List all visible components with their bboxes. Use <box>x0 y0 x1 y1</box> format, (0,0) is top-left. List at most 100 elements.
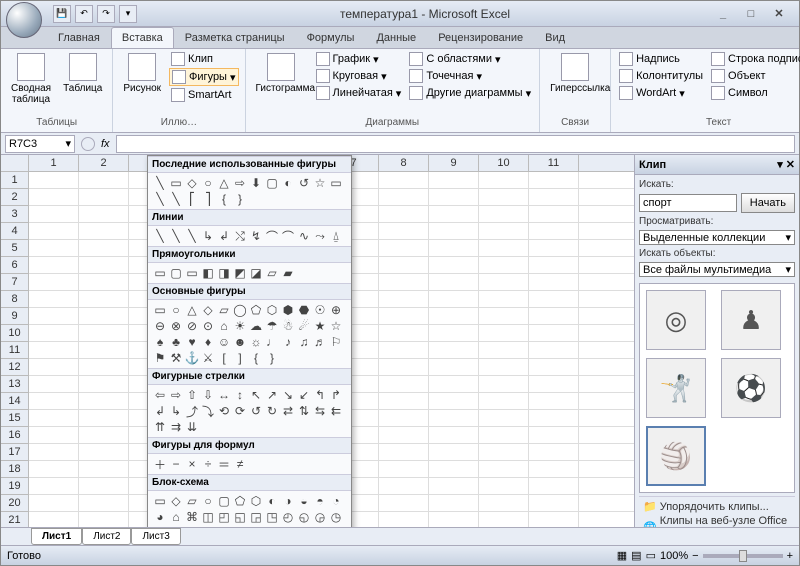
shape-item[interactable]: ⇩ <box>200 387 216 403</box>
cell[interactable] <box>29 512 79 527</box>
shape-item[interactable]: ☆ <box>312 175 328 191</box>
col-header[interactable]: 8 <box>379 155 429 171</box>
sheet-tab[interactable]: Лист1 <box>31 528 82 545</box>
cell[interactable] <box>79 376 129 392</box>
shape-item[interactable]: ＝ <box>216 456 232 472</box>
cell[interactable] <box>79 512 129 527</box>
col-header[interactable]: 9 <box>429 155 479 171</box>
shape-item[interactable]: ⚓ <box>184 350 200 366</box>
cell[interactable] <box>379 223 429 239</box>
clip-result-3[interactable]: 🤺 <box>646 358 706 418</box>
cell[interactable] <box>29 359 79 375</box>
shape-item[interactable]: ◔ <box>328 493 344 509</box>
shape-item[interactable]: △ <box>184 302 200 318</box>
clip-result-4[interactable]: ⚽ <box>721 358 781 418</box>
cell[interactable] <box>529 393 579 409</box>
cell[interactable] <box>479 393 529 409</box>
cell[interactable] <box>429 376 479 392</box>
row-header[interactable]: 15 <box>1 410 28 427</box>
shape-item[interactable]: ⬠ <box>248 302 264 318</box>
shape-item[interactable]: { <box>216 191 232 207</box>
shape-item[interactable]: ◐ <box>280 175 296 191</box>
cell[interactable] <box>479 376 529 392</box>
shape-item[interactable]: ⇨ <box>232 175 248 191</box>
shape-item[interactable]: ☻ <box>232 334 248 350</box>
cell[interactable] <box>379 359 429 375</box>
shape-item[interactable]: ⬡ <box>264 302 280 318</box>
shape-item[interactable]: ◰ <box>216 509 232 525</box>
shape-item[interactable]: ⬣ <box>296 302 312 318</box>
cell[interactable] <box>429 291 479 307</box>
shape-item[interactable]: ▱ <box>216 302 232 318</box>
clip-result-2[interactable]: ♟ <box>721 290 781 350</box>
shape-item[interactable]: ★ <box>312 318 328 334</box>
cell[interactable] <box>79 325 129 341</box>
shape-item[interactable]: ⇉ <box>168 419 184 435</box>
table-button[interactable]: Таблица <box>59 51 106 96</box>
cell[interactable] <box>29 478 79 494</box>
cell[interactable] <box>29 427 79 443</box>
shape-item[interactable]: ◪ <box>248 265 264 281</box>
qat-redo[interactable]: ↷ <box>97 5 115 23</box>
shape-item[interactable]: ◑ <box>280 493 296 509</box>
cell[interactable] <box>529 291 579 307</box>
shape-item[interactable]: ◇ <box>200 302 216 318</box>
shape-item[interactable]: ＋ <box>152 456 168 472</box>
cell[interactable] <box>29 172 79 188</box>
shape-item[interactable]: ╲ <box>184 228 200 244</box>
shape-item[interactable]: ╲ <box>152 191 168 207</box>
smartart-button[interactable]: SmartArt <box>169 87 238 103</box>
shape-item[interactable]: ▭ <box>152 493 168 509</box>
formula-bar[interactable] <box>116 135 795 153</box>
cell[interactable] <box>479 359 529 375</box>
shape-item[interactable]: ⌘ <box>184 509 200 525</box>
cell[interactable] <box>529 274 579 290</box>
cell[interactable] <box>479 512 529 527</box>
shape-item[interactable]: ▱ <box>184 493 200 509</box>
shape-item[interactable]: ↺ <box>248 403 264 419</box>
cell[interactable] <box>29 325 79 341</box>
cell[interactable] <box>29 342 79 358</box>
select-all-corner[interactable] <box>1 155 29 172</box>
clip-go-button[interactable]: Начать <box>741 193 795 213</box>
cell[interactable] <box>379 291 429 307</box>
cell[interactable] <box>429 342 479 358</box>
shape-item[interactable]: ◇ <box>168 493 184 509</box>
wordart-button[interactable]: WordArt ▾ <box>617 85 705 101</box>
shape-item[interactable]: ↖ <box>248 387 264 403</box>
cell[interactable] <box>429 325 479 341</box>
cell[interactable] <box>379 495 429 511</box>
shape-item[interactable]: ☀ <box>232 318 248 334</box>
row-header[interactable]: 3 <box>1 206 28 223</box>
cell[interactable] <box>79 240 129 256</box>
shape-item[interactable]: ◩ <box>232 265 248 281</box>
shape-item[interactable]: ☉ <box>312 302 328 318</box>
cell[interactable] <box>79 478 129 494</box>
cell[interactable] <box>479 410 529 426</box>
row-header[interactable]: 14 <box>1 393 28 410</box>
clip-search-input[interactable] <box>639 194 737 212</box>
chart-bar-button[interactable]: Линейчатая ▾ <box>314 85 404 101</box>
cell[interactable] <box>529 223 579 239</box>
ribbon-tab-Разметка страницы[interactable]: Разметка страницы <box>174 27 296 48</box>
shape-item[interactable]: ◨ <box>216 265 232 281</box>
cell[interactable] <box>529 478 579 494</box>
row-header[interactable]: 1 <box>1 172 28 189</box>
hyperlink-button[interactable]: Гиперссылка <box>546 51 604 96</box>
cell[interactable] <box>79 410 129 426</box>
cell[interactable] <box>379 308 429 324</box>
shape-item[interactable]: ⌒ <box>264 228 280 244</box>
zoom-level[interactable]: 100% <box>660 550 688 562</box>
shape-item[interactable]: ⊙ <box>200 318 216 334</box>
symbol-button[interactable]: Символ <box>709 85 800 101</box>
clip-browse-select[interactable]: Выделенные коллекции▾ <box>639 230 795 245</box>
chart-pie-button[interactable]: Круговая ▾ <box>314 68 404 84</box>
shape-item[interactable]: ♠ <box>152 334 168 350</box>
shape-item[interactable]: ▭ <box>152 265 168 281</box>
shape-item[interactable]: ☃ <box>280 318 296 334</box>
cell[interactable] <box>79 427 129 443</box>
shape-item[interactable]: ╲ <box>168 228 184 244</box>
clip-result-5[interactable]: 🏐 <box>646 426 706 486</box>
cell[interactable] <box>479 427 529 443</box>
cell[interactable] <box>29 495 79 511</box>
